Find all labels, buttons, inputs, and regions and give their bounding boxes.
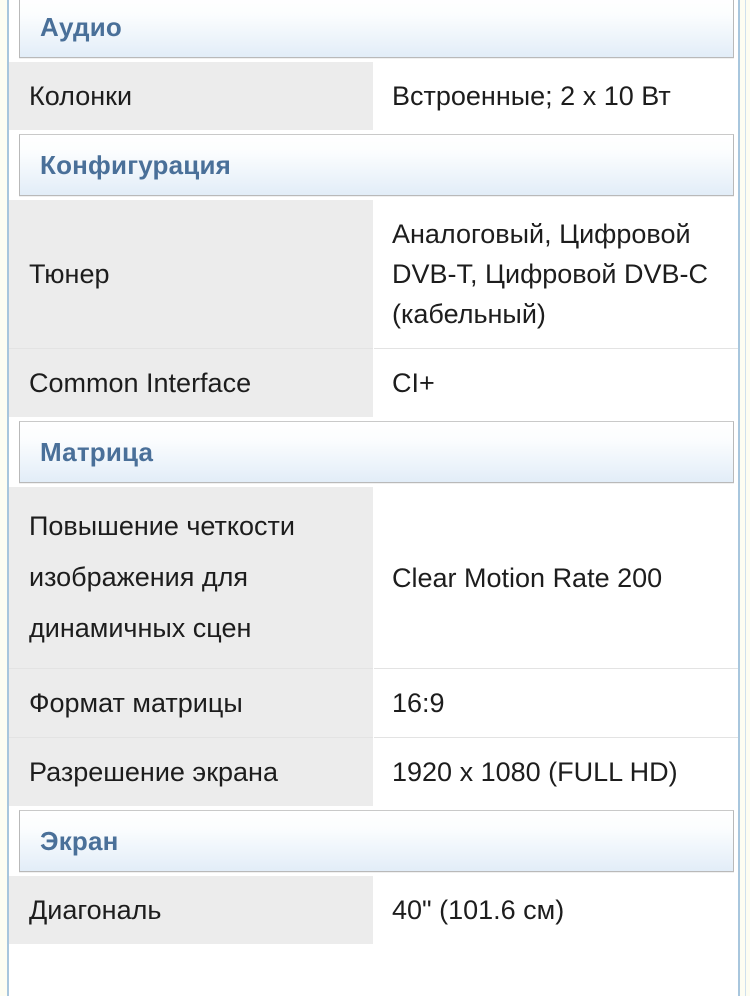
spec-value: 1920 x 1080 (FULL HD): [373, 737, 738, 806]
spec-row: Common Interface CI+: [9, 348, 738, 417]
section-header-cell: Аудио: [9, 0, 738, 62]
spec-row: Разрешение экрана 1920 x 1080 (FULL HD): [9, 737, 738, 806]
specifications-table: Аудио Колонки Встроенные; 2 x 10 Вт Конфигу…: [9, 0, 738, 944]
spec-content: Аудио Колонки Встроенные; 2 x 10 Вт Конфигу…: [9, 0, 738, 996]
section-header-row: Аудио: [9, 0, 738, 62]
section-title: Конфигурация: [40, 150, 232, 180]
section-header-row: Матрица: [9, 417, 738, 487]
spec-value: Clear Motion Rate 200: [373, 487, 738, 669]
section-header-2: Матрица: [19, 421, 734, 483]
spec-label: Тюнер: [9, 200, 374, 349]
spec-label: Повышение четкости изображения для динам…: [9, 487, 374, 669]
right-gutter-rule: [738, 0, 740, 996]
spec-value: Встроенные; 2 x 10 Вт: [373, 62, 738, 130]
section-title: Аудио: [40, 12, 122, 42]
section-header-1: Конфигурация: [19, 134, 734, 196]
right-gutter-rule-outer: [745, 0, 746, 996]
section-title: Матрица: [40, 437, 154, 467]
spec-label: Common Interface: [9, 348, 374, 417]
section-header-cell: Экран: [9, 806, 738, 876]
spec-row: Формат матрицы 16:9: [9, 668, 738, 738]
spec-label: Диагональ: [9, 876, 374, 944]
section-header-cell: Конфигурация: [9, 130, 738, 200]
section-header-3: Экран: [19, 810, 734, 872]
spec-value: CI+: [373, 348, 738, 417]
section-header-row: Экран: [9, 806, 738, 876]
spec-label: Колонки: [9, 62, 374, 130]
spec-value: 16:9: [373, 668, 738, 738]
spec-page: Аудио Колонки Встроенные; 2 x 10 Вт Конфигу…: [0, 0, 750, 996]
spec-value: 40" (101.6 см): [373, 876, 738, 944]
spec-row: Тюнер Аналоговый, Цифровой DVB-T, Цифрово…: [9, 200, 738, 349]
spec-value: Аналоговый, Цифровой DVB-T, Цифровой DVB…: [373, 200, 738, 349]
section-header-cell: Матрица: [9, 417, 738, 487]
spec-label: Формат матрицы: [9, 668, 374, 738]
section-title: Экран: [40, 826, 119, 856]
section-header-0: Аудио: [19, 0, 734, 58]
spec-row: Диагональ 40" (101.6 см): [9, 876, 738, 944]
spec-row: Повышение четкости изображения для динам…: [9, 487, 738, 669]
spec-label: Разрешение экрана: [9, 737, 374, 806]
section-header-row: Конфигурация: [9, 130, 738, 200]
spec-row: Колонки Встроенные; 2 x 10 Вт: [9, 62, 738, 130]
